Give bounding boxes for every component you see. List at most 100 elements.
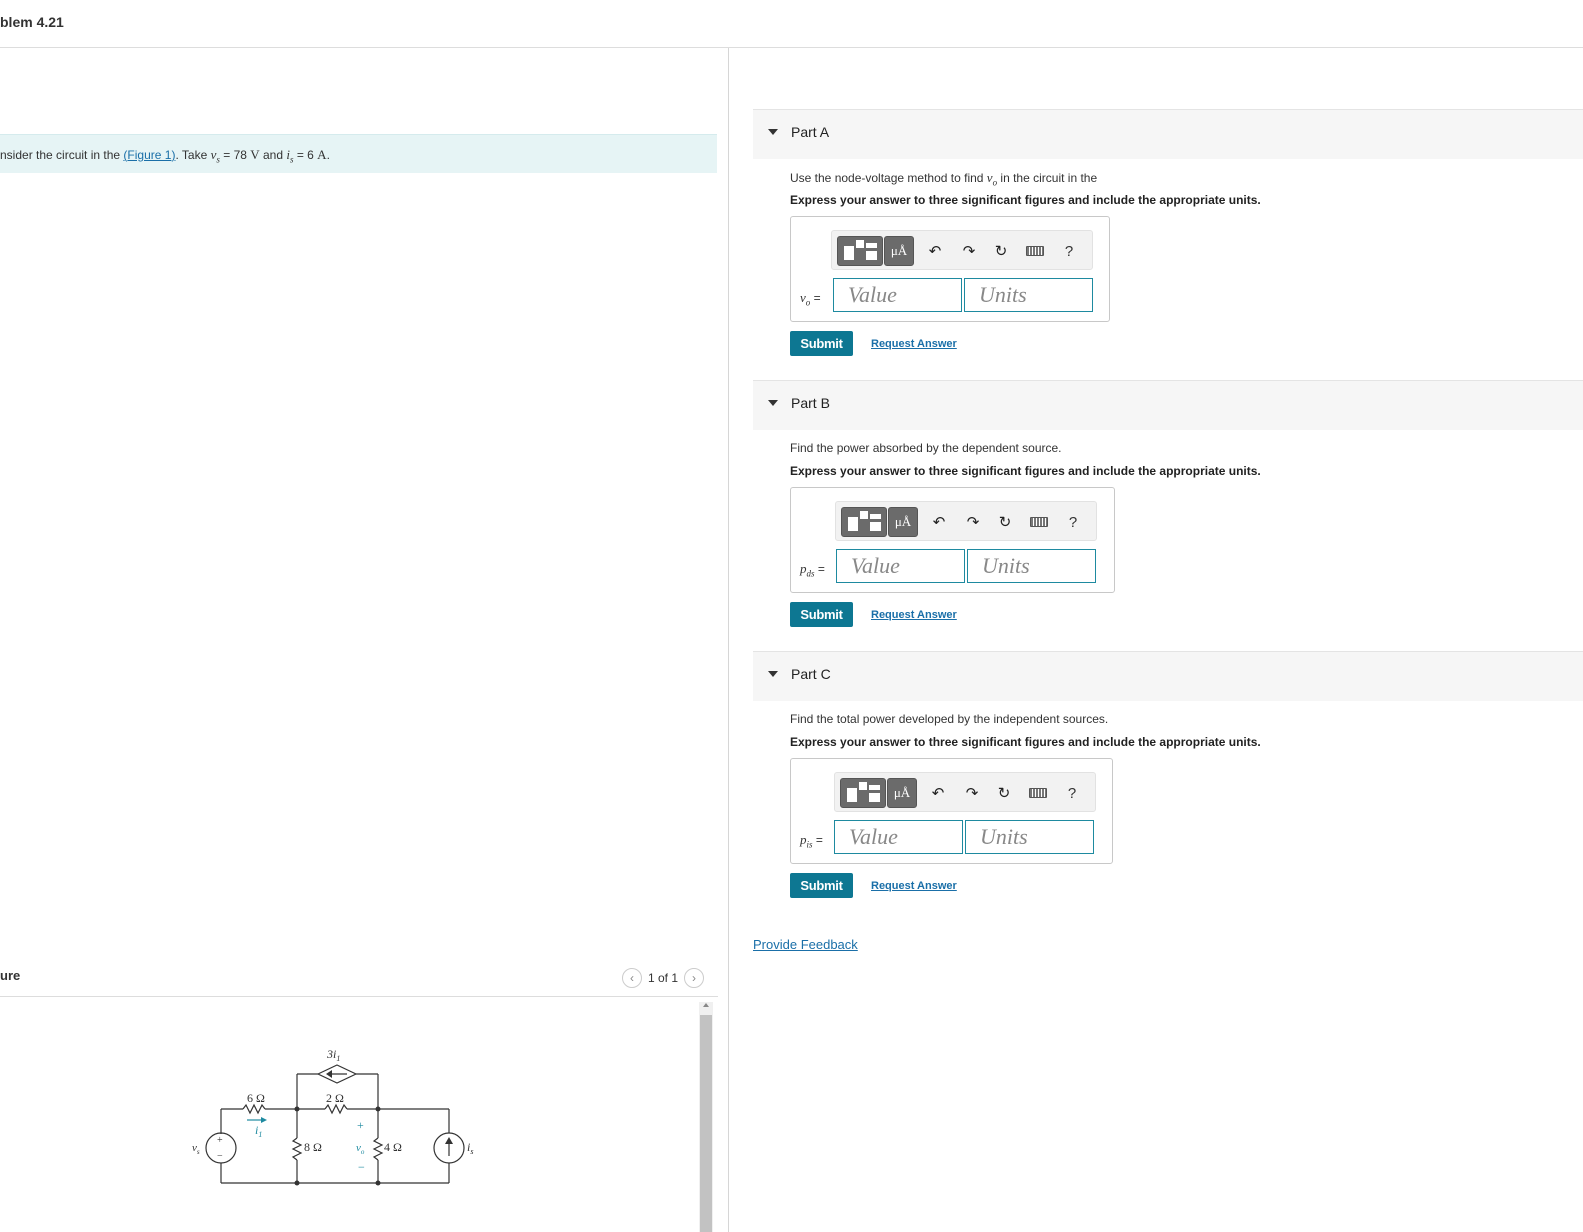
circuit-diagram: 3i1 6 Ω 2 Ω 8 Ω 4 Ω i1 vs + − vo + − is xyxy=(192,1050,473,1186)
redo-icon[interactable]: ↷ xyxy=(957,239,981,263)
figure-link[interactable]: (Figure 1) xyxy=(123,148,175,162)
resistor-8ohm xyxy=(291,1137,303,1161)
part-a-submit-button[interactable]: Submit xyxy=(790,331,853,356)
scrollbar-thumb[interactable] xyxy=(700,1015,712,1232)
provide-feedback-link[interactable]: Provide Feedback xyxy=(753,937,858,952)
vs-equals: = 78 xyxy=(219,148,251,162)
keyboard-icon[interactable] xyxy=(1026,781,1050,805)
part-a-title: Part A xyxy=(791,124,830,140)
pane-divider xyxy=(728,48,729,1232)
part-a-instruction: Express your answer to three significant… xyxy=(790,193,1261,207)
part-b-answer-box: μÅ ↶ ↷ ↻ ? pds = Value Units xyxy=(790,487,1115,593)
reset-icon[interactable]: ↻ xyxy=(989,239,1013,263)
units-symbol-button[interactable]: μÅ xyxy=(887,778,917,808)
part-c-variable-label: pis = xyxy=(800,832,823,849)
node-dot xyxy=(375,1106,381,1112)
is-unit: A xyxy=(317,147,327,162)
units-symbol-button[interactable]: μÅ xyxy=(888,507,918,537)
arrow-left-icon xyxy=(326,1070,332,1078)
vs-label: vs xyxy=(192,1142,200,1156)
part-a-header[interactable]: Part A xyxy=(753,109,1583,159)
r1-label: 6 Ω xyxy=(247,1091,265,1105)
header-divider xyxy=(0,47,1583,48)
figure-pager: ‹ 1 of 1 › xyxy=(622,968,705,988)
figure-link-text: Figure 1 xyxy=(127,148,172,162)
vo-plus: + xyxy=(357,1118,364,1132)
part-b-request-answer-link[interactable]: Request Answer xyxy=(871,609,957,621)
help-icon[interactable]: ? xyxy=(1061,510,1085,534)
part-b-submit-button[interactable]: Submit xyxy=(790,602,853,627)
part-c-request-answer-link[interactable]: Request Answer xyxy=(871,880,957,892)
part-a-toolbar: μÅ ↶ ↷ ↻ ? xyxy=(831,230,1093,270)
vs-unit: V xyxy=(250,147,260,162)
intro-and: and xyxy=(259,148,287,162)
is-label: is xyxy=(467,1140,473,1156)
part-c-instruction: Express your answer to three significant… xyxy=(790,735,1261,749)
part-b-value-input[interactable]: Value xyxy=(836,549,965,583)
keyboard-icon[interactable] xyxy=(1023,239,1047,263)
help-icon[interactable]: ? xyxy=(1057,239,1081,263)
vo-label: vo xyxy=(356,1142,365,1156)
part-a-value-input[interactable]: Value xyxy=(833,278,962,312)
r4-label: 4 Ω xyxy=(384,1140,402,1154)
templates-button[interactable] xyxy=(840,778,886,808)
keyboard-icon[interactable] xyxy=(1027,510,1051,534)
units-symbol-button[interactable]: μÅ xyxy=(884,236,914,266)
redo-icon[interactable]: ↷ xyxy=(960,781,984,805)
figure-divider xyxy=(0,996,718,997)
vs-minus: − xyxy=(217,1151,223,1162)
undo-icon[interactable]: ↶ xyxy=(927,510,951,534)
part-a-units-input[interactable]: Units xyxy=(964,278,1093,312)
chevron-left-icon[interactable]: ‹ xyxy=(622,968,642,988)
problem-title: blem 4.21 xyxy=(0,14,64,30)
reset-icon[interactable]: ↻ xyxy=(992,781,1016,805)
part-b-title: Part B xyxy=(791,395,830,411)
part-c-value-input[interactable]: Value xyxy=(834,820,963,854)
dep-source-label: 3i1 xyxy=(326,1050,340,1063)
redo-icon[interactable]: ↷ xyxy=(961,510,985,534)
reset-icon[interactable]: ↻ xyxy=(993,510,1017,534)
node-dot xyxy=(375,1180,381,1186)
part-b-var-subscript: ds xyxy=(806,568,815,579)
part-a-question-post: in the circuit in the xyxy=(997,171,1098,185)
resistor-4ohm xyxy=(372,1137,384,1161)
part-c-units-input[interactable]: Units xyxy=(965,820,1094,854)
templates-button[interactable] xyxy=(841,507,887,537)
part-c-var-equals: = xyxy=(812,833,823,847)
intro-prefix: nsider the circuit in the xyxy=(0,148,121,162)
part-b-variable-label: pds = xyxy=(800,561,825,578)
part-c-submit-button[interactable]: Submit xyxy=(790,873,853,898)
part-b-units-input[interactable]: Units xyxy=(967,549,1096,583)
chevron-right-icon[interactable]: › xyxy=(684,968,705,988)
resistor-2ohm xyxy=(324,1103,348,1115)
r3-label: 8 Ω xyxy=(304,1140,322,1154)
part-a-question: Use the node-voltage method to find vo i… xyxy=(790,170,1097,187)
intro-period: . xyxy=(326,148,330,162)
part-a-question-pre: Use the node-voltage method to find xyxy=(790,171,987,185)
help-icon[interactable]: ? xyxy=(1060,781,1084,805)
arrow-right-icon xyxy=(261,1117,267,1123)
resistor-6ohm xyxy=(242,1103,266,1115)
caret-down-icon xyxy=(768,129,778,135)
r2-label: 2 Ω xyxy=(326,1091,344,1105)
caret-down-icon xyxy=(768,671,778,677)
caret-down-icon xyxy=(768,400,778,406)
scroll-up-arrow-icon[interactable] xyxy=(703,1003,709,1007)
part-c-title: Part C xyxy=(791,666,831,682)
part-b-header[interactable]: Part B xyxy=(753,380,1583,430)
i1-label: i1 xyxy=(255,1123,262,1139)
part-b-instruction: Express your answer to three significant… xyxy=(790,464,1261,478)
part-c-answer-box: μÅ ↶ ↷ ↻ ? pis = Value Units xyxy=(790,758,1113,864)
part-a-var-equals: = xyxy=(810,291,821,305)
node-dot xyxy=(294,1180,300,1186)
part-b-toolbar: μÅ ↶ ↷ ↻ ? xyxy=(835,501,1097,541)
part-c-header[interactable]: Part C xyxy=(753,651,1583,701)
part-a-request-answer-link[interactable]: Request Answer xyxy=(871,338,957,350)
pager-text: 1 of 1 xyxy=(648,971,679,985)
part-b-var-equals: = xyxy=(814,562,825,576)
templates-button[interactable] xyxy=(837,236,883,266)
undo-icon[interactable]: ↶ xyxy=(926,781,950,805)
is-equals: = 6 xyxy=(293,148,318,162)
undo-icon[interactable]: ↶ xyxy=(923,239,947,263)
part-b-question: Find the power absorbed by the dependent… xyxy=(790,441,1062,455)
